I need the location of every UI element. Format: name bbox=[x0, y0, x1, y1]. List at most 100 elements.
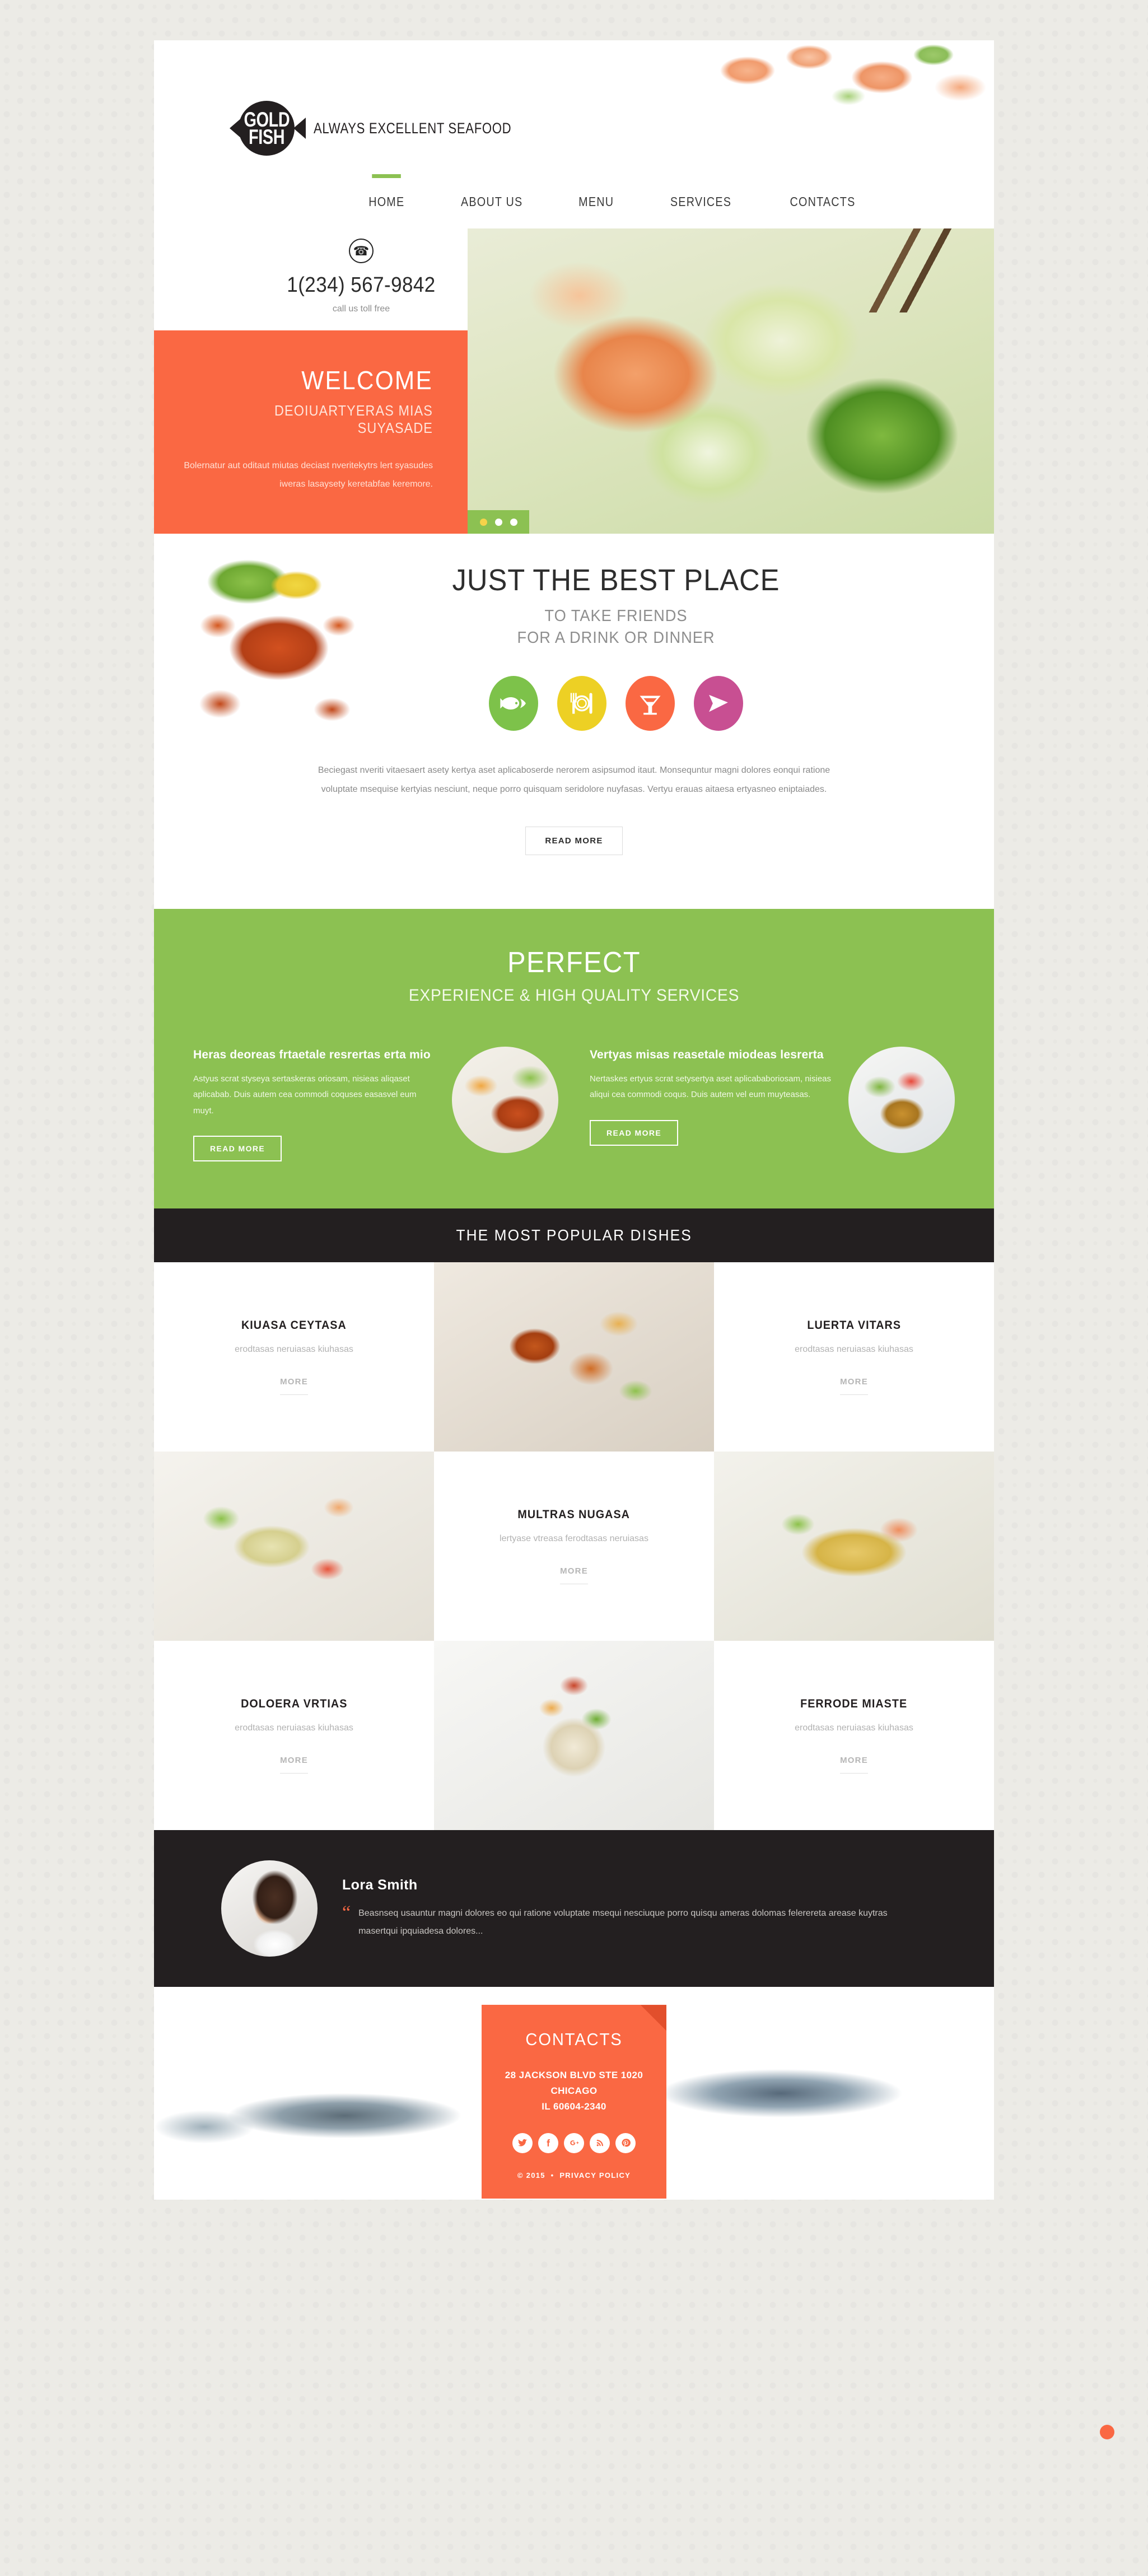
slider-dot-2[interactable] bbox=[494, 518, 502, 526]
scroll-indicator-dot[interactable] bbox=[1100, 2425, 1114, 2439]
slider-dot-1[interactable] bbox=[479, 518, 487, 526]
chopsticks-decoration bbox=[826, 228, 972, 312]
service-1-read-more-button[interactable]: READ MORE bbox=[193, 1136, 282, 1162]
dish-title: DOLOERA VRTIAS bbox=[240, 1697, 348, 1711]
cocktail-icon[interactable] bbox=[626, 676, 675, 731]
dish-more-button[interactable]: MORE bbox=[840, 1756, 868, 1774]
copyright-separator: • bbox=[550, 2171, 554, 2180]
site-header: GOLD FISH ALWAYS EXCELLENT SEAFOOD bbox=[154, 40, 994, 175]
fish-head-icon[interactable] bbox=[694, 676, 743, 731]
service-card-2: Vertyas misas reasetale miodeas lesrerta… bbox=[590, 1047, 955, 1161]
contacts-address: 28 JACKSON BLVD STE 1020 CHICAGO IL 6060… bbox=[497, 2068, 651, 2115]
best-place-subtitle: TO TAKE FRIENDS FOR A DRINK OR DINNER bbox=[261, 605, 972, 649]
nav-list: HOME ABOUT US MENU SERVICES CONTACTS bbox=[154, 175, 994, 228]
dish-more-button[interactable]: MORE bbox=[280, 1377, 308, 1396]
service-1-body: Heras deoreas frtaetale resrertas erta m… bbox=[193, 1047, 437, 1162]
dish-desc: lertyase vtreasa ferodtasas neruiasas bbox=[500, 1534, 648, 1544]
page-wrapper: GOLD FISH ALWAYS EXCELLENT SEAFOOD HOME … bbox=[154, 0, 994, 2261]
service-2-thumbnail bbox=[848, 1047, 955, 1154]
fish-icon[interactable] bbox=[489, 676, 538, 731]
best-place-subtitle-line2: FOR A DRINK OR DINNER bbox=[517, 629, 715, 647]
dish-desc: erodtasas neruiasas kiuhasas bbox=[795, 1345, 913, 1355]
dish-desc: erodtasas neruiasas kiuhasas bbox=[795, 1723, 913, 1733]
header-decorative-shrimp-image bbox=[680, 40, 994, 124]
rss-icon[interactable] bbox=[590, 2132, 610, 2153]
best-place-heading: JUST THE BEST PLACE TO TAKE FRIENDS FOR … bbox=[154, 563, 994, 649]
service-2-read-more-button[interactable]: READ MORE bbox=[590, 1119, 679, 1146]
copyright-text: © 2015 bbox=[517, 2171, 545, 2180]
quote-icon: “ bbox=[342, 1902, 351, 1923]
pinterest-icon[interactable] bbox=[615, 2132, 636, 2153]
dish-desc: erodtasas neruiasas kiuhasas bbox=[235, 1345, 353, 1355]
dish-title: KIUASA CEYTASA bbox=[241, 1319, 347, 1332]
popular-dishes-bar: THE MOST POPULAR DISHES bbox=[154, 1208, 994, 1263]
perfect-title: PERFECT bbox=[507, 946, 641, 979]
welcome-panel: WELCOME DEOIUARTYERAS MIAS SUYASADE Bole… bbox=[154, 330, 468, 534]
dish-more-button[interactable]: MORE bbox=[560, 1566, 588, 1585]
nav-item-about-us[interactable]: ABOUT US bbox=[461, 194, 522, 209]
dish-title: LUERTA VITARS bbox=[807, 1319, 901, 1332]
service-1-text: Astyus scrat styseya sertaskeras oriosam… bbox=[193, 1074, 417, 1116]
logo-text: GOLD FISH bbox=[239, 102, 295, 154]
nav-item-contacts[interactable]: CONTACTS bbox=[790, 194, 855, 209]
dish-cell-doloera-vrtias: DOLOERA VRTIAS erodtasas neruiasas kiuha… bbox=[154, 1641, 434, 1831]
best-place-title: JUST THE BEST PLACE bbox=[452, 563, 780, 597]
hero-section: ☎ 1(234) 567-9842 call us toll free WELC… bbox=[154, 228, 994, 534]
dish-desc: erodtasas neruiasas kiuhasas bbox=[235, 1723, 353, 1733]
brand-tagline: ALWAYS EXCELLENT SEAFOOD bbox=[314, 119, 512, 137]
contacts-title: CONTACTS bbox=[525, 2029, 623, 2050]
avatar bbox=[221, 1860, 318, 1957]
dish-cell-luerta-vitars: LUERTA VITARS erodtasas neruiasas kiuhas… bbox=[714, 1262, 994, 1452]
read-more-button[interactable]: READ MORE bbox=[525, 827, 623, 856]
phone-note: call us toll free bbox=[332, 304, 390, 314]
perfect-services-section: PERFECT EXPERIENCE & HIGH QUALITY SERVIC… bbox=[154, 909, 994, 1209]
hero-slider-pagination[interactable] bbox=[468, 510, 529, 534]
nav-item-menu[interactable]: MENU bbox=[578, 194, 614, 209]
welcome-text: Bolernatur aut oditaut miutas deciast nv… bbox=[184, 461, 433, 489]
welcome-title: WELCOME bbox=[301, 366, 433, 395]
dish-title: MULTRAS NUGASA bbox=[517, 1508, 631, 1522]
welcome-subtitle: DEOIUARTYERAS MIAS SUYASADE bbox=[274, 402, 433, 436]
privacy-policy-link[interactable]: PRIVACY POLICY bbox=[559, 2171, 631, 2180]
folded-corner-decoration bbox=[641, 2005, 666, 2031]
phone-number[interactable]: 1(234) 567-9842 bbox=[271, 273, 451, 297]
best-place-section: JUST THE BEST PLACE TO TAKE FRIENDS FOR … bbox=[154, 534, 994, 909]
site-sheet: GOLD FISH ALWAYS EXCELLENT SEAFOOD HOME … bbox=[154, 40, 994, 2200]
testimonial-quote-line: “ Beasnseq usauntur magni dolores eo qui… bbox=[342, 1902, 927, 1940]
phone-icon: ☎ bbox=[349, 239, 374, 263]
logo-right-fin bbox=[293, 118, 306, 139]
dish-cell-multras-nugasa: MULTRAS NUGASA lertyase vtreasa ferodtas… bbox=[434, 1452, 714, 1641]
service-card-1: Heras deoreas frtaetale resrertas erta m… bbox=[193, 1047, 558, 1162]
dish-title: FERRODE MIASTE bbox=[800, 1697, 908, 1711]
nav-item-services[interactable]: SERVICES bbox=[670, 194, 731, 209]
dish-image-rice-bowl bbox=[434, 1641, 714, 1831]
service-1-title: Heras deoreas frtaetale resrertas erta m… bbox=[193, 1048, 431, 1062]
goldfish-logo-icon: GOLD FISH bbox=[230, 101, 306, 156]
logo-line-2: FISH bbox=[248, 125, 285, 148]
testimonial-body: Lora Smith “ Beasnseq usauntur magni dol… bbox=[342, 1877, 927, 1940]
slider-dot-3[interactable] bbox=[510, 518, 517, 526]
service-2-title: Vertyas misas reasetale miodeas lesrerta bbox=[590, 1048, 824, 1062]
address-line-1: 28 JACKSON BLVD STE 1020 CHICAGO bbox=[505, 2070, 643, 2097]
footer-copyright: © 2015 • PRIVACY POLICY bbox=[497, 2171, 651, 2180]
plate-cutlery-icon[interactable] bbox=[557, 676, 606, 731]
best-place-cta-wrap: READ MORE bbox=[154, 799, 994, 856]
best-place-paragraph: Beciegast nveriti vitaesaert asety kerty… bbox=[318, 766, 830, 794]
dish-cell-kiuasa-ceytasa: KIUASA CEYTASA erodtasas neruiasas kiuha… bbox=[154, 1262, 434, 1452]
service-1-thumbnail bbox=[452, 1047, 558, 1154]
twitter-icon[interactable] bbox=[512, 2132, 533, 2153]
google-plus-icon[interactable] bbox=[564, 2132, 584, 2153]
dishes-grid: KIUASA CEYTASA erodtasas neruiasas kiuha… bbox=[154, 1262, 994, 1831]
site-footer: CONTACTS 28 JACKSON BLVD STE 1020 CHICAG… bbox=[154, 1987, 994, 2200]
dish-more-button[interactable]: MORE bbox=[840, 1377, 868, 1396]
nav-item-home[interactable]: HOME bbox=[369, 194, 405, 209]
perfect-subtitle: EXPERIENCE & HIGH QUALITY SERVICES bbox=[408, 986, 740, 1005]
dish-more-button[interactable]: MORE bbox=[280, 1756, 308, 1774]
brand-logo[interactable]: GOLD FISH ALWAYS EXCELLENT SEAFOOD bbox=[230, 101, 555, 156]
facebook-icon[interactable] bbox=[538, 2132, 558, 2153]
service-2-body: Vertyas misas reasetale miodeas lesrerta… bbox=[590, 1047, 834, 1161]
dish-cell-ferrode-miaste: FERRODE MIASTE erodtasas neruiasas kiuha… bbox=[714, 1641, 994, 1831]
hero-slider-image bbox=[468, 228, 994, 534]
testimonial-text: Beasnseq usauntur magni dolores eo qui r… bbox=[358, 1908, 888, 1936]
testimonial-author-name: Lora Smith bbox=[342, 1877, 418, 1893]
